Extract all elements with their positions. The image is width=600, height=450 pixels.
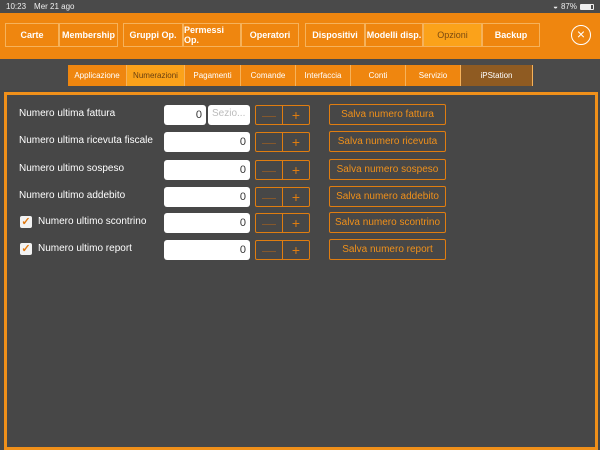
number-stepper: — + xyxy=(255,105,310,125)
status-date: Mer 21 ago xyxy=(34,2,75,11)
number-input[interactable] xyxy=(164,187,250,207)
row-label: Numero ultimo scontrino xyxy=(38,216,147,227)
row-label: Numero ultimo report xyxy=(38,243,132,254)
number-input[interactable] xyxy=(164,240,250,260)
tab-permessi-op[interactable]: Permessi Op. xyxy=(183,23,241,47)
close-icon[interactable]: × xyxy=(571,25,591,45)
section-input[interactable]: Sezio... xyxy=(208,105,250,125)
decrement-button[interactable]: — xyxy=(256,241,283,259)
decrement-button[interactable]: — xyxy=(256,188,283,206)
sub-tab-bar: Applicazione Numerazioni Pagamenti Comande I… xyxy=(0,59,600,90)
numbering-row: Numero ultimo sospeso —+ Salva numero sosp… xyxy=(0,159,600,180)
subtab-conti[interactable]: Conti xyxy=(351,65,406,86)
subtab-applicazione[interactable]: Applicazione xyxy=(68,65,127,86)
increment-button[interactable]: + xyxy=(283,106,309,124)
subtab-ipstation[interactable]: iPStation xyxy=(461,65,533,86)
tab-dispositivi[interactable]: Dispositivi xyxy=(305,23,365,47)
numbering-row: Numero ultima fattura Sezio... —+ Salva num… xyxy=(0,104,600,125)
status-bar: 10:23 Mer 21 ago ◒ 87% xyxy=(0,0,600,13)
enable-checkbox[interactable]: ✓ xyxy=(20,243,32,255)
save-number-button[interactable]: Salva numero ricevuta xyxy=(329,131,446,152)
number-stepper: — + xyxy=(255,213,310,233)
number-stepper: — + xyxy=(255,240,310,260)
number-stepper: — + xyxy=(255,187,310,207)
increment-button[interactable]: + xyxy=(283,133,309,151)
numbering-row: ✓ Numero ultimo scontrino —+ Salva numero s… xyxy=(0,212,600,233)
decrement-button[interactable]: — xyxy=(256,133,283,151)
subtab-servizio[interactable]: Servizio xyxy=(406,65,461,86)
battery-icon xyxy=(580,3,594,10)
decrement-button[interactable]: — xyxy=(256,106,283,124)
increment-button[interactable]: + xyxy=(283,188,309,206)
decrement-button[interactable]: — xyxy=(256,214,283,232)
row-label: Numero ultimo sospeso xyxy=(19,163,125,174)
subtab-numerazioni[interactable]: Numerazioni xyxy=(127,65,185,86)
row-label: Numero ultima ricevuta fiscale xyxy=(19,135,153,146)
numbering-row: Numero ultima ricevuta fiscale —+ Salva nu… xyxy=(0,131,600,152)
tab-carte[interactable]: Carte xyxy=(5,23,59,47)
save-number-button[interactable]: Salva numero scontrino xyxy=(329,212,446,233)
tab-operatori[interactable]: Operatori xyxy=(241,23,299,47)
top-tab-bar: × Carte Membership Gruppi Op. Permessi Op. O… xyxy=(0,13,600,59)
tab-opzioni[interactable]: Opzioni xyxy=(423,23,482,47)
increment-button[interactable]: + xyxy=(283,241,309,259)
number-input[interactable] xyxy=(164,132,250,152)
tab-backup[interactable]: Backup xyxy=(482,23,540,47)
row-label: Numero ultima fattura xyxy=(19,108,116,119)
section-placeholder: Sezio... xyxy=(212,108,246,119)
number-input[interactable] xyxy=(164,160,250,180)
number-stepper: — + xyxy=(255,132,310,152)
save-number-button[interactable]: Salva numero sospeso xyxy=(329,159,446,180)
decrement-button[interactable]: — xyxy=(256,161,283,179)
tab-membership[interactable]: Membership xyxy=(59,23,118,47)
battery-percent: 87% xyxy=(560,2,577,11)
save-number-button[interactable]: Salva numero addebito xyxy=(329,186,446,207)
save-number-button[interactable]: Salva numero report xyxy=(329,239,446,260)
enable-checkbox[interactable]: ✓ xyxy=(20,216,32,228)
increment-button[interactable]: + xyxy=(283,161,309,179)
numbering-row: Numero ultimo addebito —+ Salva numero add… xyxy=(0,186,600,207)
increment-button[interactable]: + xyxy=(283,214,309,232)
save-number-button[interactable]: Salva numero fattura xyxy=(329,104,446,125)
number-input[interactable] xyxy=(164,213,250,233)
wifi-icon: ◒ xyxy=(553,2,558,11)
subtab-comande[interactable]: Comande xyxy=(241,65,296,86)
number-stepper: — + xyxy=(255,160,310,180)
row-label: Numero ultimo addebito xyxy=(19,190,126,201)
number-input[interactable] xyxy=(164,105,206,125)
status-time: 10:23 xyxy=(6,2,27,11)
tab-modelli-disp[interactable]: Modelli disp. xyxy=(365,23,423,47)
subtab-interfaccia[interactable]: Interfaccia xyxy=(296,65,351,86)
tab-gruppi-op[interactable]: Gruppi Op. xyxy=(123,23,183,47)
subtab-pagamenti[interactable]: Pagamenti xyxy=(185,65,241,86)
numbering-row: ✓ Numero ultimo report —+ Salva numero repo… xyxy=(0,239,600,260)
